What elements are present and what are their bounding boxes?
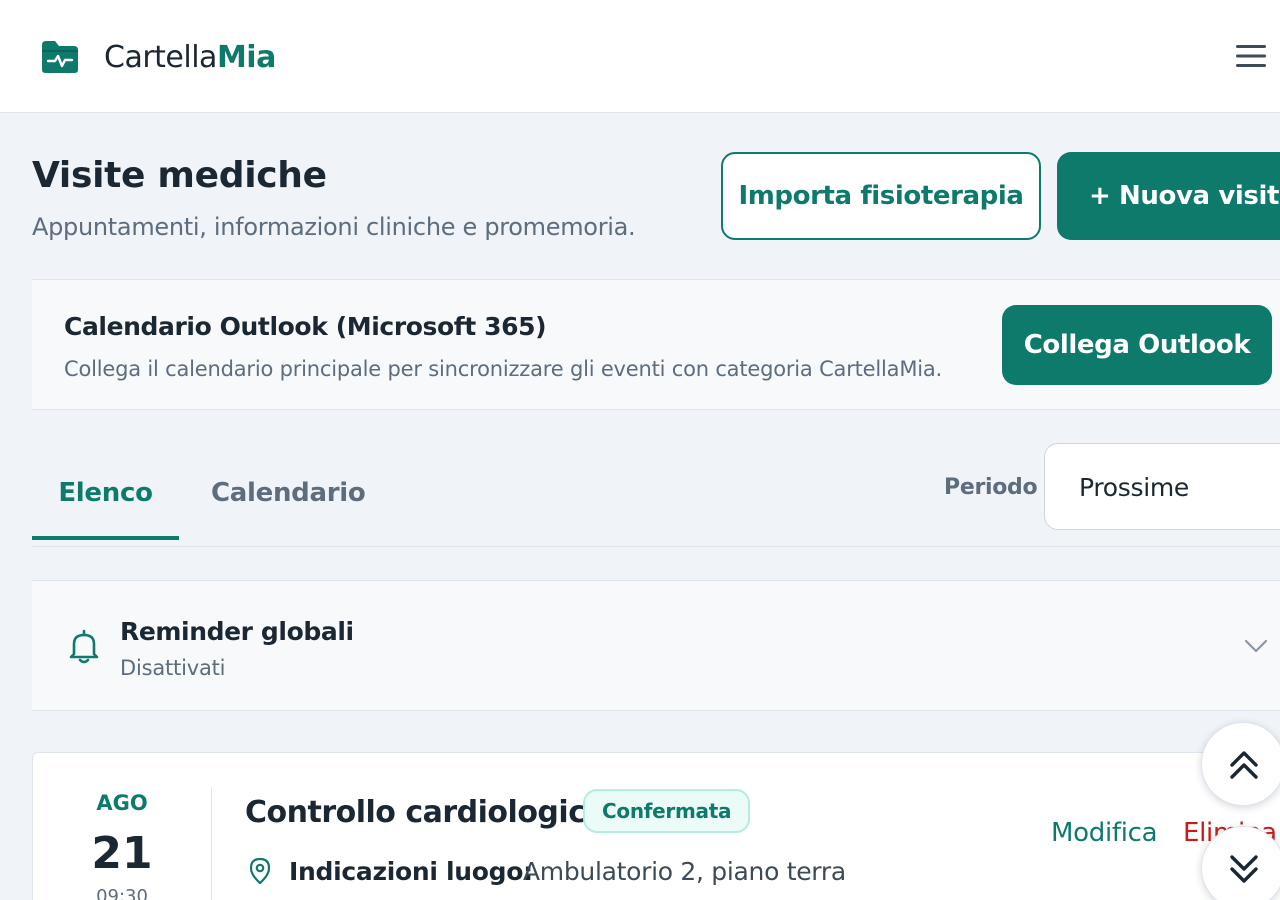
- visit-month: AGO: [96, 791, 148, 815]
- chevron-down-icon: [1244, 639, 1268, 653]
- tabs-divider: [32, 546, 1280, 547]
- visit-day: 21: [91, 828, 153, 879]
- double-chevron-down-icon: [1230, 855, 1258, 883]
- page-subtitle: Appuntamenti, informazioni cliniche e pr…: [32, 213, 636, 241]
- top-bar: CartellaMia: [0, 0, 1280, 113]
- visit-time: 09:30: [96, 886, 148, 900]
- visit-title: Controllo cardiologico: [245, 795, 606, 830]
- outlook-calendar-card: Calendario Outlook (Microsoft 365) Colle…: [32, 279, 1280, 410]
- double-chevron-up-icon: [1230, 751, 1258, 779]
- visit-card: AGO 21 09:30 Controllo cardiologico Conf…: [32, 752, 1280, 900]
- hamburger-menu-icon[interactable]: [1234, 40, 1268, 72]
- app-name-part2: Mia: [216, 40, 276, 75]
- folder-pulse-icon[interactable]: [40, 39, 80, 75]
- tab-calendario[interactable]: Calendario: [211, 470, 381, 540]
- period-filter-label: Periodo: [944, 475, 1038, 500]
- reminders-title: Reminder globali: [120, 617, 354, 646]
- page-title: Visite mediche: [32, 155, 327, 196]
- connect-outlook-button[interactable]: Collega Outlook: [1002, 305, 1272, 385]
- reminders-status: Disattivati: [120, 656, 226, 680]
- new-visit-button[interactable]: + Nuova visita: [1057, 152, 1280, 240]
- date-divider: [211, 787, 212, 900]
- status-badge: Confermata: [583, 789, 751, 833]
- global-reminders-toggle[interactable]: Reminder globali Disattivati: [32, 580, 1280, 711]
- outlook-card-description: Collega il calendario principale per sin…: [64, 357, 943, 381]
- location-pin-icon: [249, 857, 271, 885]
- outlook-card-title: Calendario Outlook (Microsoft 365): [64, 312, 547, 341]
- tab-elenco[interactable]: Elenco: [32, 470, 179, 540]
- location-label: Indicazioni luogo:: [289, 857, 533, 886]
- period-select[interactable]: Prossime: [1044, 443, 1280, 530]
- edit-visit-link[interactable]: Modifica: [1051, 815, 1158, 851]
- app-logo-text[interactable]: CartellaMia: [104, 39, 276, 77]
- import-physio-button[interactable]: Importa fisioterapia: [721, 152, 1041, 240]
- scroll-bottom-button[interactable]: [1201, 826, 1280, 900]
- location-value: Ambulatorio 2, piano terra: [523, 857, 846, 886]
- scroll-top-button[interactable]: [1201, 722, 1280, 806]
- app-name-part1: Cartella: [104, 40, 217, 75]
- period-select-value: Prossime: [1079, 473, 1189, 502]
- bell-icon: [69, 629, 99, 664]
